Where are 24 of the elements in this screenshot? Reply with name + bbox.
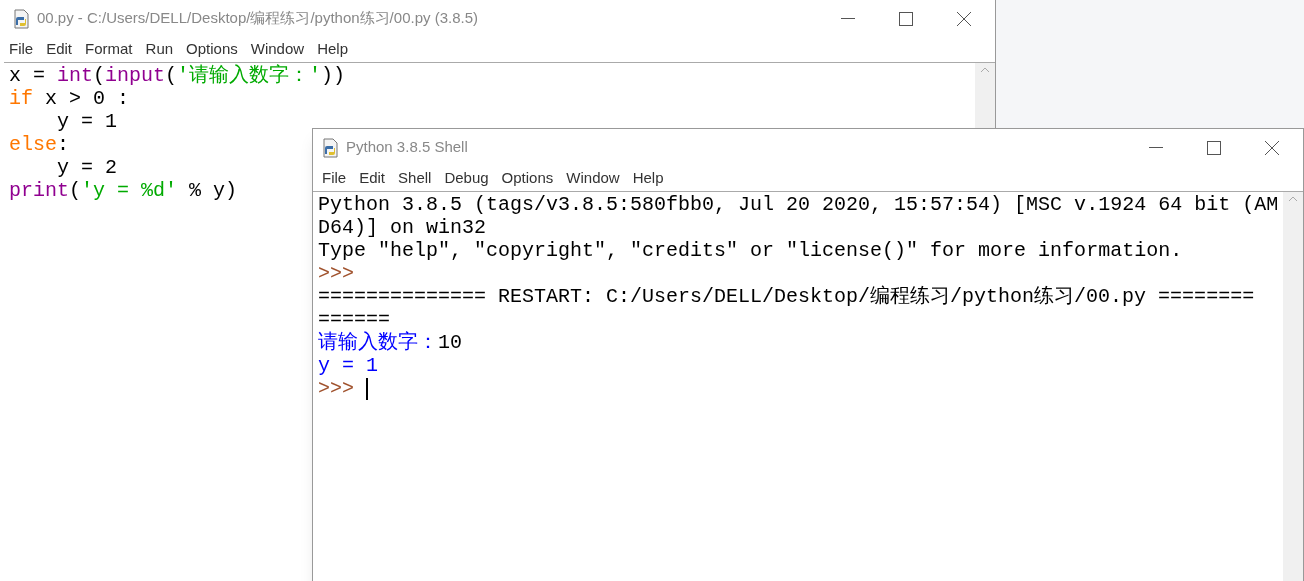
menu-item[interactable]: File [9,38,34,61]
menu-item[interactable]: Options [501,167,554,190]
close-icon[interactable] [957,11,971,26]
window-title: 00.py - C:/Users/DELL/Desktop/编程练习/python练习/00.py (3.8.5) [37,8,479,29]
menu-item[interactable]: Help [632,167,664,190]
minimize-icon[interactable] [841,17,855,20]
window-title: Python 3.8.5 Shell [346,137,469,158]
python-file-icon [321,137,341,158]
menu-item[interactable]: Help [317,38,348,61]
menu-item[interactable]: Shell [398,167,432,190]
menu-item[interactable]: Run [145,38,174,61]
menu-item[interactable]: Edit [46,38,73,61]
menu-item[interactable]: Options [186,38,238,61]
maximize-icon[interactable] [899,11,913,26]
menu-item[interactable]: Debug [444,167,489,190]
maximize-icon[interactable] [1207,140,1221,155]
python-file-icon [12,8,32,29]
menu-item[interactable]: File [322,167,347,190]
close-icon[interactable] [1265,140,1279,155]
menu-item[interactable]: Window [250,38,305,61]
menu-item[interactable]: Format [85,38,133,61]
menu-item[interactable]: Edit [359,167,386,190]
minimize-icon[interactable] [1149,146,1163,149]
menu-item[interactable]: Window [566,167,620,190]
